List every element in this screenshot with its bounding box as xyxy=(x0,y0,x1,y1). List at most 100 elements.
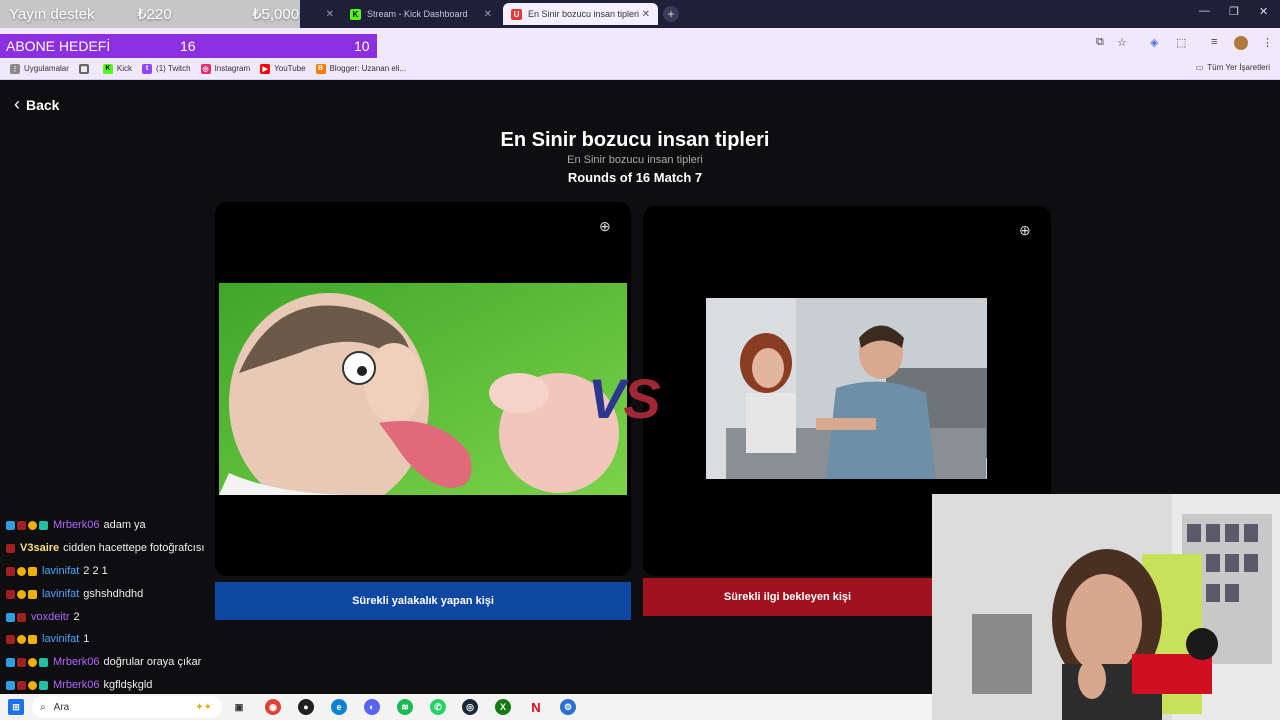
restore-icon[interactable]: ❐ xyxy=(1229,5,1239,18)
back-button[interactable]: ‹ Back xyxy=(14,94,59,115)
spotify-icon[interactable]: ≋ xyxy=(397,699,413,715)
browser-tab-kick-dashboard[interactable]: K Stream - Kick Dashboard ✕ xyxy=(342,4,500,24)
menu-icon[interactable]: ⋮ xyxy=(1262,36,1273,49)
chat-username: voxdeitr xyxy=(31,611,70,623)
donation-goal: ₺5,000 xyxy=(252,6,300,23)
vs-label: VS xyxy=(588,366,661,431)
badge-icon xyxy=(17,612,26,622)
badge-icon xyxy=(6,612,15,622)
round-info: Rounds of 16 Match 7 xyxy=(567,170,703,185)
badge-icon xyxy=(28,657,37,667)
badge-icon xyxy=(6,680,15,690)
vs-s: S xyxy=(623,367,660,430)
chat-message: Mrberk06 adam ya xyxy=(6,516,146,534)
browser-tab-active[interactable]: U En Sinir bozucu insan tipleri | U ✕ xyxy=(503,3,658,25)
tab-label: En Sinir bozucu insan tipleri | U xyxy=(528,9,640,19)
settings-icon[interactable]: ⚙ xyxy=(560,699,576,715)
badge-icon xyxy=(17,680,26,690)
chrome-icon[interactable]: ◉ xyxy=(265,699,281,715)
profile-avatar[interactable] xyxy=(1234,36,1248,50)
search-placeholder: Ara xyxy=(53,701,70,713)
whatsapp-icon[interactable]: ✆ xyxy=(430,699,446,715)
bookmark-grid[interactable]: ▦ xyxy=(78,63,93,74)
bookmark-youtube[interactable]: ▶ YouTube xyxy=(260,63,306,74)
chat-text: cidden hacettepe fotoğrafcısı xyxy=(63,542,205,554)
sub-goal-current: 16 xyxy=(180,38,196,54)
chat-message: voxdeitr 2 xyxy=(6,608,80,626)
apps-icon: ⋮ xyxy=(10,63,20,74)
all-bookmarks[interactable]: ▭ Tüm Yer İşaretleri xyxy=(1196,63,1270,72)
edge-icon[interactable]: e xyxy=(331,699,347,715)
chat-username: lavinifat xyxy=(42,565,80,577)
extension-icon[interactable]: ◈ xyxy=(1150,36,1158,49)
tab-label: Stream - Kick Dashboard xyxy=(367,9,468,19)
bookmark-blogger[interactable]: B Blogger: Uzanan eli... xyxy=(315,63,407,74)
left-candidate-card[interactable]: ⊕ xyxy=(215,202,631,576)
badge-icon xyxy=(6,520,15,530)
browser-tab-hidden[interactable]: ✕ xyxy=(300,4,342,24)
right-candidate-image[interactable] xyxy=(706,298,987,479)
youtube-icon: ▶ xyxy=(260,63,271,74)
right-choice-label: Sürekli ilgi bekleyen kişi xyxy=(723,591,852,603)
task-view-icon[interactable]: ▣ xyxy=(231,699,247,715)
zoom-icon[interactable]: ⊕ xyxy=(1019,222,1031,239)
badge-icon xyxy=(6,634,15,644)
badge-icon xyxy=(28,566,37,576)
chat-message: Mrberk06 doğrular oraya çıkar xyxy=(6,653,201,671)
badge-icon xyxy=(17,566,26,576)
close-window-icon[interactable]: ✕ xyxy=(1259,5,1268,18)
chat-message: lavinifat 1 xyxy=(6,630,89,648)
xbox-icon[interactable]: X xyxy=(495,699,511,715)
minimize-icon[interactable]: — xyxy=(1199,5,1210,17)
taskbar-search[interactable]: ⌕ Ara ✦✦ xyxy=(32,696,222,718)
obs-icon[interactable]: ● xyxy=(298,699,314,715)
discord-icon[interactable]: ◐ xyxy=(364,699,380,715)
bookmark-instagram[interactable]: ◎ Instagram xyxy=(200,63,250,74)
badge-icon xyxy=(28,520,37,530)
bookmark-twitch[interactable]: t (1) Twitch xyxy=(142,63,191,74)
instagram-icon: ◎ xyxy=(200,63,211,74)
badge-icon xyxy=(28,589,37,599)
windows-start-icon[interactable]: ⊞ xyxy=(8,699,24,715)
star-icon[interactable]: ☆ xyxy=(1117,36,1127,49)
right-choice-button[interactable]: Sürekli ilgi bekleyen kişi xyxy=(643,578,932,616)
chat-username: V3saire xyxy=(20,542,60,554)
vs-v: V xyxy=(588,367,625,430)
chat-message: lavinifat gshshdhdhd xyxy=(6,585,143,603)
queue-icon[interactable]: ≡ xyxy=(1211,36,1217,48)
badge-icon xyxy=(28,680,37,690)
chat-username: lavinifat xyxy=(42,588,80,600)
zoom-icon[interactable]: ⊕ xyxy=(599,218,611,235)
bookmark-label: Blogger: Uzanan eli... xyxy=(329,64,407,73)
close-icon[interactable]: ✕ xyxy=(326,9,334,20)
left-choice-button[interactable]: Sürekli yalakalık yapan kişi xyxy=(215,582,631,620)
badge-icon xyxy=(39,680,48,690)
screen: { "stream_overlay": { "donation_label": … xyxy=(0,0,1280,720)
close-icon[interactable]: ✕ xyxy=(642,9,650,20)
subscriber-goal-overlay: ABONE HEDEFİ 16 10 xyxy=(0,34,377,58)
badge-icon xyxy=(17,520,26,530)
bookmark-label: Uygulamalar xyxy=(24,64,69,73)
puzzle-icon[interactable]: ⬚ xyxy=(1176,36,1186,49)
badge-icon xyxy=(17,589,26,599)
left-choice-label: Sürekli yalakalık yapan kişi xyxy=(352,595,494,607)
left-candidate-image[interactable] xyxy=(219,283,627,495)
badge-icon xyxy=(6,657,15,667)
new-tab-button[interactable]: + xyxy=(663,6,679,22)
bookmark-kick[interactable]: K Kick xyxy=(102,63,132,74)
netflix-icon[interactable]: N xyxy=(528,699,544,715)
grid-icon: ▦ xyxy=(78,63,89,74)
kick-icon: K xyxy=(350,8,361,20)
close-icon[interactable]: ✕ xyxy=(484,9,492,20)
bookmark-label: (1) Twitch xyxy=(156,64,191,73)
translate-icon[interactable]: ⧉ xyxy=(1096,36,1104,49)
badge-icon xyxy=(17,657,26,667)
search-icon: ⌕ xyxy=(40,701,46,713)
steam-icon[interactable]: ◎ xyxy=(462,699,478,715)
chat-message: lavinifat 2 2 1 xyxy=(6,562,108,580)
badge-icon xyxy=(6,566,15,576)
webcam-feed xyxy=(932,494,1280,720)
chat-username: Mrberk06 xyxy=(53,656,100,668)
bookmark-apps[interactable]: ⋮ Uygulamalar xyxy=(10,63,69,74)
chevron-left-icon: ‹ xyxy=(14,94,20,114)
